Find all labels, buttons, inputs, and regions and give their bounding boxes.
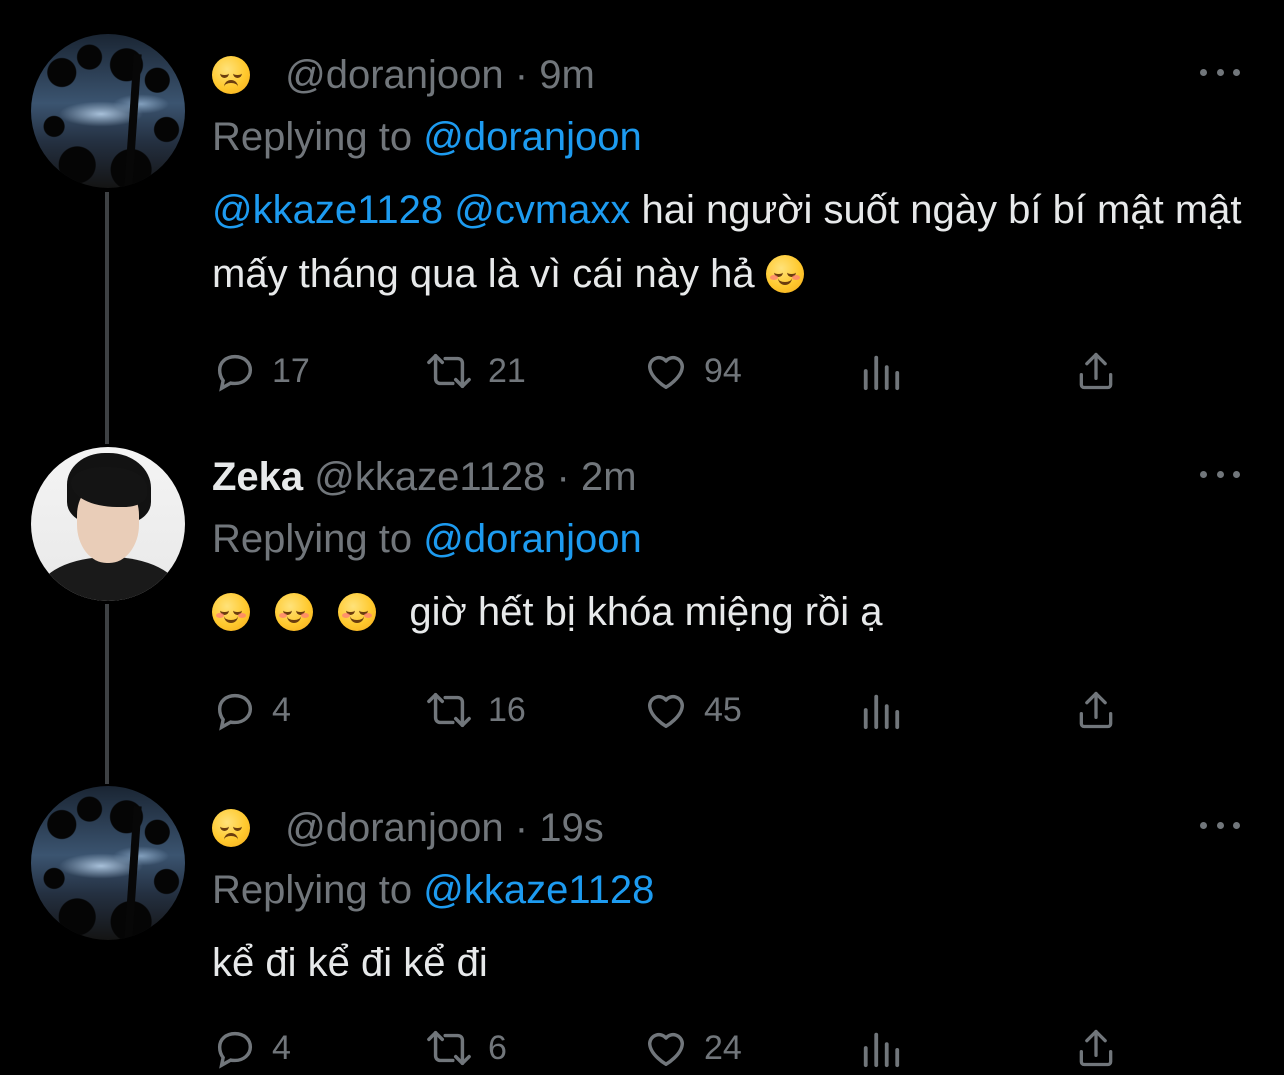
share-icon <box>1079 1029 1113 1067</box>
more-options-icon[interactable] <box>1200 820 1240 830</box>
tweet-body: kể đi kể đi kể đi <box>212 941 488 985</box>
user-handle[interactable]: @doranjoon <box>285 806 504 850</box>
tweet[interactable]: @doranjoon · 19s Replying to @kkaze1128 … <box>0 0 1284 1075</box>
like-button[interactable]: 24 <box>642 1025 742 1071</box>
replying-to-label: Replying to <box>212 868 413 912</box>
reply-button[interactable]: 4 <box>212 1025 291 1071</box>
retweet-button[interactable]: 6 <box>424 1025 507 1071</box>
replying-to: Replying to @kkaze1128 <box>212 867 1244 913</box>
replying-to-mention[interactable]: @kkaze1128 <box>423 868 654 912</box>
tweet-actions: 4 6 24 <box>212 1025 1132 1075</box>
tweet-text: kể đi kể đi kể đi <box>212 931 1244 995</box>
pensive-face-icon <box>212 809 250 847</box>
analytics-button[interactable] <box>860 1025 902 1071</box>
reply-icon <box>217 1031 253 1069</box>
analytics-icon <box>863 1032 900 1068</box>
separator-dot: · <box>514 806 529 850</box>
retweet-icon <box>427 1030 471 1066</box>
tweet-header: @doranjoon · 19s <box>212 805 1244 851</box>
retweet-count: 6 <box>488 1028 507 1067</box>
avatar-tree-silhouette <box>31 786 185 940</box>
avatar[interactable] <box>31 786 185 940</box>
heart-icon <box>647 1032 685 1067</box>
share-button[interactable] <box>1074 1025 1118 1071</box>
timestamp[interactable]: 19s <box>539 806 604 850</box>
like-count: 24 <box>704 1028 742 1067</box>
reply-count: 4 <box>272 1028 291 1067</box>
